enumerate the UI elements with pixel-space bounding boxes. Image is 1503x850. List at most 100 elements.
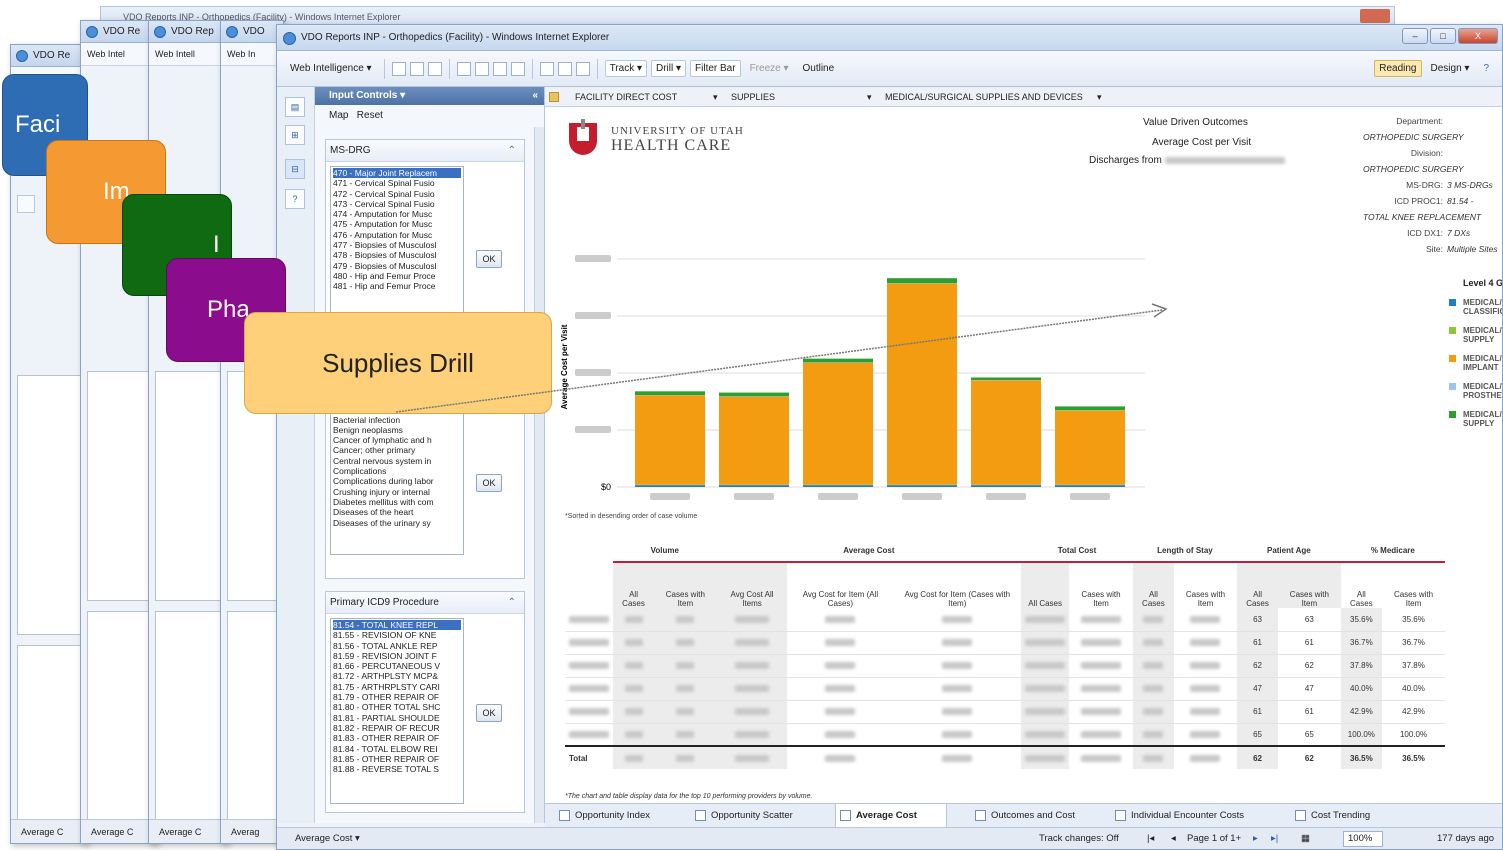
reset-link[interactable]: Reset [357,110,383,121]
report-tab[interactable]: Average C [149,819,227,843]
list-item[interactable]: Diseases of the urinary sy [333,518,461,528]
report-tab[interactable]: Opportunity Scatter [691,804,811,828]
report-selector[interactable]: Average Cost ▾ [295,828,360,849]
freeze-button[interactable]: Freeze ▾ [745,60,794,77]
list-box[interactable] [17,645,81,843]
list-item[interactable]: Cancer of lymphatic and h [333,435,461,445]
close-button[interactable]: X [1458,28,1498,44]
bar-segment[interactable] [803,485,873,487]
table-row[interactable]: 47 47 40.0% 40.0% [565,677,1445,700]
list-item[interactable]: 81.56 - TOTAL ANKLE REP [333,641,461,651]
list-item[interactable]: 81.82 - REPAIR OF RECUR [333,723,461,733]
help-icon[interactable]: ? [285,189,305,209]
bar-segment[interactable] [719,485,789,487]
next-page-button[interactable]: ▸ [1253,828,1258,849]
bar-segment[interactable] [971,380,1041,485]
report-tab[interactable]: Averag [221,819,283,843]
dropdown-arrow-icon[interactable]: ▾ [1097,87,1102,107]
background-window-4[interactable]: VDO Web In Averag [220,20,284,844]
print-icon[interactable] [456,61,471,76]
list-box[interactable] [227,611,277,821]
list-item[interactable]: 479 - Biopsies of Musculosl [333,261,461,271]
list-item[interactable]: 81.75 - ARTHRPLSTY CARI [333,682,461,692]
list-item[interactable]: Benign neoplasms [333,425,461,435]
outline-button[interactable]: Outline [798,60,840,77]
report-tab[interactable]: Average Cost [835,804,947,828]
track-button[interactable]: Track ▾ [604,60,647,77]
undo-icon[interactable] [539,61,554,76]
bar-segment[interactable] [887,278,957,284]
msdrg-control-header[interactable]: MS-DRG ⌃ [326,140,524,162]
bar-segment[interactable] [971,377,1041,381]
report-tab[interactable]: Outcomes and Cost [971,804,1091,828]
filter-bar-button[interactable]: Filter Bar [690,60,741,77]
bar-segment[interactable] [803,362,873,485]
collapse-chevron-icon[interactable]: ⌃ [508,592,516,614]
bar-segment[interactable] [635,391,705,396]
list-item[interactable]: Crushing injury or internal [333,487,461,497]
list-item[interactable]: 474 - Amputation for Musc [333,209,461,219]
msdrg-ok-button[interactable]: OK [476,250,502,268]
list-box[interactable] [87,611,151,821]
table-row[interactable]: 61 61 36.7% 36.7% [565,631,1445,654]
fit-page-icon[interactable]: ▦ [1301,828,1310,849]
bar-segment[interactable] [887,283,957,485]
find-icon[interactable] [474,61,489,76]
navigation-map-icon[interactable]: ⊞ [285,125,305,145]
list-box[interactable] [155,611,221,821]
list-item[interactable]: 81.59 - REVISION JOINT F [333,651,461,661]
list-box[interactable] [17,375,81,635]
list-item[interactable]: 475 - Amputation for Musc [333,219,461,229]
minimize-button[interactable]: – [1402,28,1428,44]
help-icon[interactable]: ? [1478,60,1494,77]
total-row[interactable]: Total 62 62 36.5% 36.5% [565,746,1445,769]
list-item[interactable]: 81.88 - REVERSE TOTAL S [333,764,461,774]
list-item[interactable]: 481 - Hip and Femur Proce [333,281,461,291]
dx-ok-button[interactable]: OK [476,474,502,492]
list-item[interactable]: 473 - Cervical Spinal Fusio [333,199,461,209]
list-item[interactable]: Diabetes mellitus with com [333,497,461,507]
filter-cost-type[interactable]: FACILITY DIRECT COST [575,87,677,107]
document-summary-icon[interactable]: ▤ [285,97,305,117]
report-tab[interactable]: Cost Trending [1291,804,1401,828]
map-link[interactable]: Map [329,110,348,121]
msdrg-list[interactable]: 470 - Major Joint Replacem 471 - Cervical… [330,166,464,316]
bar-segment[interactable] [635,485,705,487]
bar-segment[interactable] [719,396,789,485]
list-item[interactable]: 472 - Cervical Spinal Fusio [333,189,461,199]
table-row[interactable]: 63 63 35.6% 35.6% [565,608,1445,631]
export-icon[interactable] [510,61,525,76]
list-item[interactable]: 478 - Biopsies of Musculosl [333,250,461,260]
maximize-button[interactable]: □ [1430,28,1456,44]
reading-mode-button[interactable]: Reading [1374,60,1422,77]
web-intelligence-menu[interactable]: Web Intell [149,43,227,66]
list-item[interactable]: Cancer; other primary [333,445,461,455]
report-tab[interactable]: Average C [81,819,157,843]
new-icon[interactable] [391,61,406,76]
last-page-button[interactable]: ▸| [1271,828,1278,849]
refresh-icon[interactable] [492,61,507,76]
panel-scrollbar[interactable] [534,127,544,823]
collapse-icon[interactable]: « [532,87,538,105]
track-changes-status[interactable]: Track changes: Off [1039,828,1119,849]
previous-page-button[interactable]: ◂ [1171,828,1176,849]
bar-segment[interactable] [971,485,1041,487]
report-tab[interactable]: Individual Encounter Costs [1111,804,1271,828]
report-tab[interactable]: Opportunity Index [555,804,665,828]
list-item[interactable]: 81.72 - ARTHPLSTY MCP& [333,671,461,681]
list-box[interactable] [155,371,221,601]
list-item[interactable]: 81.81 - PARTIAL SHOULDE [333,713,461,723]
bar-segment[interactable] [1055,485,1125,487]
procedure-ok-button[interactable]: OK [476,704,502,722]
filter-subcategory[interactable]: MEDICAL/SURGICAL SUPPLIES AND DEVICES [885,87,1083,107]
web-intelligence-menu[interactable]: Web Intelligence ▾ [285,60,377,77]
list-item[interactable]: 480 - Hip and Femur Proce [333,271,461,281]
bar-segment[interactable] [635,395,705,485]
list-item[interactable]: 81.66 - PERCUTANEOUS V [333,661,461,671]
list-box[interactable] [87,371,151,601]
list-item[interactable]: Diseases of the heart [333,507,461,517]
input-controls-header[interactable]: Input Controls ▾ « [315,87,544,105]
table-row[interactable]: 61 61 42.9% 42.9% [565,700,1445,723]
bar-segment[interactable] [719,392,789,397]
list-item[interactable]: Complications [333,466,461,476]
